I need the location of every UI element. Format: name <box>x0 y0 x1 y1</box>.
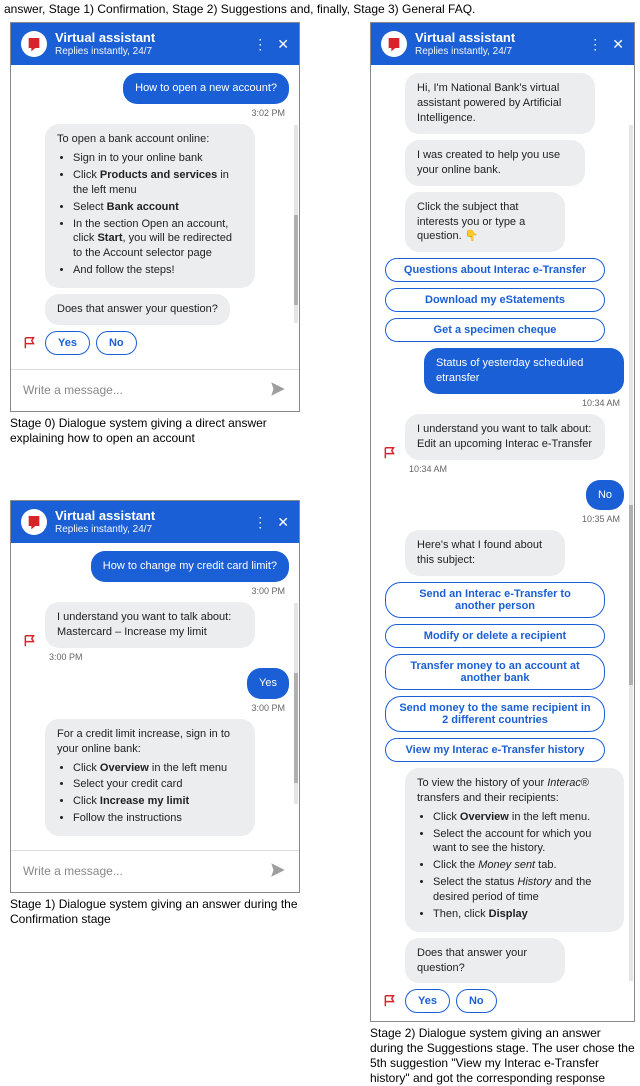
input-bar[interactable]: Write a message... <box>11 850 299 892</box>
timestamp: 3:00 PM <box>49 652 83 662</box>
caption-stage1: Stage 1) Dialogue system giving an answe… <box>10 897 300 927</box>
bot-history-answer: To view the history of your Interac® tra… <box>405 768 624 932</box>
yes-button[interactable]: Yes <box>45 331 90 355</box>
user-yes-msg: Yes <box>247 668 289 699</box>
chat-window-stage2: Virtual assistant Replies instantly, 24/… <box>370 22 635 1022</box>
suggestion-pill[interactable]: Transfer money to an account at another … <box>385 654 605 690</box>
user-message: How to open a new account? <box>123 73 289 104</box>
list-item: Select Bank account <box>73 200 243 215</box>
brand-icon <box>21 509 47 535</box>
flag-icon <box>21 336 39 350</box>
list-item: Select your credit card <box>73 777 243 792</box>
user-message: How to change my credit card limit? <box>91 551 289 582</box>
chat-subtitle: Replies instantly, 24/7 <box>415 46 580 58</box>
bot-understand: I understand you want to talk about: Edi… <box>405 414 605 460</box>
send-icon[interactable] <box>269 861 287 882</box>
option-stack-a: Questions about Interac e-Transfer Downlo… <box>385 258 624 342</box>
steps-list: Click Overview in the left menuSelect yo… <box>57 761 243 826</box>
timestamp: 10:34 AM <box>582 398 620 408</box>
timestamp: 10:34 AM <box>409 464 447 474</box>
chat-title: Virtual assistant <box>415 31 580 46</box>
suggestion-pill[interactable]: Get a specimen cheque <box>385 318 605 342</box>
list-item: Click Overview in the left menu <box>73 761 243 776</box>
scrollbar[interactable] <box>294 125 298 322</box>
list-item: Sign in to your online bank <box>73 151 243 166</box>
send-icon[interactable] <box>269 380 287 401</box>
chat-window-stage1: Virtual assistant Replies instantly, 24/… <box>10 500 300 893</box>
suggestion-pill[interactable]: Modify or delete a recipient <box>385 624 605 648</box>
scrollbar[interactable] <box>294 603 298 803</box>
list-item: Click Products and services in the left … <box>73 168 243 198</box>
no-button[interactable]: No <box>456 989 497 1013</box>
user-no-msg: No <box>586 480 624 511</box>
list-item: Select the account for which you want to… <box>433 827 612 857</box>
message-input[interactable]: Write a message... <box>23 383 261 397</box>
list-item: Click Overview in the left menu. <box>433 810 612 825</box>
message-input[interactable]: Write a message... <box>23 864 261 878</box>
chat-subtitle: Replies instantly, 24/7 <box>55 46 245 58</box>
scrollbar[interactable] <box>629 125 633 981</box>
steps-list: Click Overview in the left menu. Select t… <box>417 810 612 922</box>
chat-header: Virtual assistant Replies instantly, 24/… <box>11 23 299 65</box>
bot-answer: For a credit limit increase, sign in to … <box>45 719 255 836</box>
input-bar[interactable]: Write a message... <box>11 369 299 411</box>
bot-understand: I understand you want to talk about: Mas… <box>45 602 255 648</box>
bot-message-steps: To open a bank account online: Sign in t… <box>45 124 255 288</box>
suggestion-pill[interactable]: Send money to the same recipient in 2 di… <box>385 696 605 732</box>
bot-followup: Does that answer your question? <box>45 294 230 325</box>
suggestion-pill[interactable]: Send an Interac e-Transfer to another pe… <box>385 582 605 618</box>
suggestion-pill[interactable]: Questions about Interac e-Transfer <box>385 258 605 282</box>
chat-header: Virtual assistant Replies instantly, 24/… <box>371 23 634 65</box>
list-item: Follow the instructions <box>73 811 243 826</box>
close-icon[interactable]: ✕ <box>277 36 289 53</box>
steps-list: Sign in to your online bank Click Product… <box>57 151 243 278</box>
list-item: In the section Open an account, click St… <box>73 217 243 262</box>
timestamp: 10:35 AM <box>582 514 620 524</box>
close-icon[interactable]: ✕ <box>612 36 624 53</box>
list-item: Select the status History and the desire… <box>433 875 612 905</box>
figure-toptext: answer, Stage 1) Confirmation, Stage 2) … <box>0 0 640 20</box>
bot-intro2: I was created to help you use your onlin… <box>405 140 585 186</box>
chat-title: Virtual assistant <box>55 31 245 46</box>
option-stack-b: Send an Interac e-Transfer to another pe… <box>385 582 624 762</box>
flag-icon <box>21 634 39 648</box>
chat-window-stage0: Virtual assistant Replies instantly, 24/… <box>10 22 300 412</box>
menu-icon[interactable]: ⋮ <box>253 36 267 53</box>
bot-intro3: Click the subject that interests you or … <box>405 192 565 253</box>
list-item: And follow the steps! <box>73 263 243 278</box>
close-icon[interactable]: ✕ <box>277 514 289 531</box>
caption-stage2: Stage 2) Dialogue system giving an answe… <box>370 1026 635 1086</box>
suggestion-pill[interactable]: Download my eStatements <box>385 288 605 312</box>
yes-button[interactable]: Yes <box>405 989 450 1013</box>
user-status-msg: Status of yesterday scheduled etransfer <box>424 348 624 394</box>
timestamp: 3:00 PM <box>251 703 285 713</box>
no-button[interactable]: No <box>96 331 137 355</box>
chat-header: Virtual assistant Replies instantly, 24/… <box>11 501 299 543</box>
bot-followup: Does that answer your question? <box>405 938 565 984</box>
chat-title: Virtual assistant <box>55 509 245 524</box>
timestamp: 3:00 PM <box>251 586 285 596</box>
list-item: Click Increase my limit <box>73 794 243 809</box>
bot-found: Here's what I found about this subject: <box>405 530 565 576</box>
brand-icon <box>21 31 47 57</box>
flag-icon <box>381 446 399 460</box>
flag-icon <box>381 994 399 1008</box>
menu-icon[interactable]: ⋮ <box>253 514 267 531</box>
caption-stage0: Stage 0) Dialogue system giving a direct… <box>10 416 300 446</box>
chat-subtitle: Replies instantly, 24/7 <box>55 524 245 536</box>
timestamp: 3:02 PM <box>251 108 285 118</box>
brand-icon <box>381 31 407 57</box>
menu-icon[interactable]: ⋮ <box>588 36 602 53</box>
suggestion-pill[interactable]: View my Interac e-Transfer history <box>385 738 605 762</box>
bot-intro1: Hi, I'm National Bank's virtual assistan… <box>405 73 595 134</box>
list-item: Then, click Display <box>433 907 612 922</box>
list-item: Click the Money sent tab. <box>433 858 612 873</box>
